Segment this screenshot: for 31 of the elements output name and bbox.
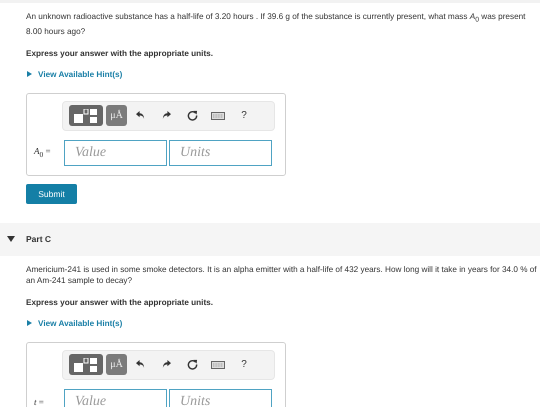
undo-icon — [136, 360, 144, 370]
undo-icon — [136, 111, 144, 120]
submit-button[interactable]: Submit — [26, 184, 77, 204]
reset-icon — [186, 359, 198, 370]
template-icon — [74, 108, 98, 123]
units-button[interactable]: μÅ — [106, 105, 127, 126]
instruction-text: Express your answer with the appropriate units. — [26, 298, 214, 307]
reset-icon — [186, 110, 198, 122]
part-title: Part C — [26, 234, 52, 244]
redo-icon — [162, 360, 170, 370]
part-header[interactable]: Part C — [0, 222, 540, 256]
variable-label: t = — [34, 396, 45, 407]
units-field[interactable]: Units — [169, 388, 272, 407]
question-text: An unknown radioactive substance has a half-life of 3.20 hours . If 39.6 g of the substance is currently present, what mass A$_{0}$ was present 8.00 hours ago? — [26, 11, 526, 37]
value-field[interactable]: Value — [64, 388, 167, 407]
help-button[interactable]: ? — [231, 105, 257, 126]
keyboard-icon — [211, 360, 225, 369]
units-button[interactable]: μÅ — [106, 354, 127, 376]
template-button[interactable] — [69, 105, 103, 126]
hint-link[interactable]: View Available Hint(s) — [38, 318, 122, 328]
template-icon — [74, 358, 98, 372]
template-button[interactable] — [69, 354, 103, 376]
units-field[interactable]: Units — [169, 140, 272, 166]
question-text: Americium-241 is used in some smoke detectors. It is an alpha emitter with a half-life of 432 years. How long will it take in years for 34.0 % of an Am-241 sample to decay? — [26, 264, 538, 286]
help-button[interactable]: ? — [231, 354, 257, 376]
value-field[interactable]: Value — [64, 140, 167, 166]
keyboard-icon — [211, 112, 225, 120]
variable-label: A$_{0}$ = — [34, 146, 52, 160]
hint-link[interactable]: View Available Hint(s) — [38, 70, 122, 79]
redo-icon — [162, 111, 170, 120]
instruction-text: Express your answer with the appropriate units. — [26, 48, 214, 58]
